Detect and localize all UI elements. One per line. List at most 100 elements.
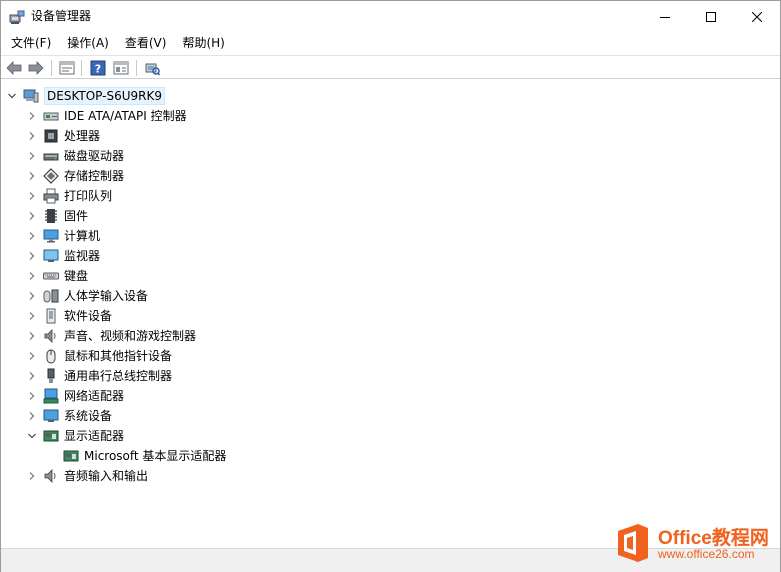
back-button[interactable] [5, 59, 23, 77]
maximize-button[interactable] [688, 1, 734, 32]
tree-device-display-adapter[interactable]: Microsoft 基本显示适配器 [63, 446, 226, 466]
chevron-right-icon[interactable] [27, 311, 37, 321]
category-label: 声音、视频和游戏控制器 [64, 329, 197, 343]
chevron-right-icon[interactable] [27, 151, 37, 161]
tree-category-display-adapter[interactable]: 显示适配器 [27, 426, 124, 446]
tree-category-audio-io[interactable]: 音频输入和输出 [27, 466, 148, 486]
keyboard-icon [43, 268, 59, 284]
category-label: 通用串行总线控制器 [64, 369, 173, 383]
tree-category-ide[interactable]: IDE ATA/ATAPI 控制器 [27, 106, 187, 126]
tree-category-computer[interactable]: 计算机 [27, 226, 100, 246]
chevron-right-icon[interactable] [27, 231, 37, 241]
device-manager-icon [9, 9, 25, 25]
tree-category-firmware[interactable]: 固件 [27, 206, 88, 226]
toolbar-separator [136, 60, 137, 76]
tree-category-system[interactable]: 系统设备 [27, 406, 112, 426]
category-label: 磁盘驱动器 [64, 149, 125, 163]
chevron-right-icon[interactable] [27, 471, 37, 481]
category-label: 打印队列 [64, 189, 113, 203]
computer-icon [43, 228, 59, 244]
processor-icon [43, 128, 59, 144]
scan-hardware-button[interactable] [143, 59, 161, 77]
chevron-right-icon[interactable] [27, 271, 37, 281]
menu-file[interactable]: 文件(F) [5, 33, 57, 53]
tree-category-keyboard[interactable]: 键盘 [27, 266, 88, 286]
tree-category-usb[interactable]: 通用串行总线控制器 [27, 366, 172, 386]
tree-category-hid[interactable]: 人体学输入设备 [27, 286, 148, 306]
software-device-icon [43, 308, 59, 324]
category-label: 鼠标和其他指针设备 [64, 349, 173, 363]
chevron-right-icon[interactable] [27, 211, 37, 221]
view-button[interactable] [112, 59, 130, 77]
tree-category-disk[interactable]: 磁盘驱动器 [27, 146, 124, 166]
minimize-button[interactable] [642, 1, 688, 32]
tree-category-storage[interactable]: 存储控制器 [27, 166, 124, 186]
svg-text:?: ? [95, 63, 101, 76]
category-label: 软件设备 [64, 309, 113, 323]
category-label: 人体学输入设备 [64, 289, 149, 303]
storage-controller-icon [43, 168, 59, 184]
menu-bar: 文件(F) 操作(A) 查看(V) 帮助(H) [1, 32, 780, 54]
menu-help[interactable]: 帮助(H) [176, 33, 230, 53]
device-manager-window: 设备管理器 文件(F) 操作(A) 查看(V) 帮助(H) ? DESKTOP-… [0, 0, 781, 572]
tree-category-monitor[interactable]: 监视器 [27, 246, 100, 266]
tree-category-network[interactable]: 网络适配器 [27, 386, 124, 406]
watermark: Office教程网 www.office26.com [614, 521, 774, 567]
watermark-title: Office教程网 [658, 528, 769, 549]
category-label: 音频输入和输出 [64, 469, 149, 483]
chevron-right-icon[interactable] [27, 251, 37, 261]
help-icon: ? [90, 60, 106, 76]
scan-hardware-icon [145, 63, 160, 76]
window-title: 设备管理器 [31, 9, 92, 23]
usb-icon [43, 368, 59, 384]
chevron-right-icon[interactable] [27, 391, 37, 401]
minimize-icon [660, 16, 670, 18]
chevron-right-icon[interactable] [27, 131, 37, 141]
office-logo-icon [616, 523, 650, 563]
tree-category-mouse[interactable]: 鼠标和其他指针设备 [27, 346, 172, 366]
tree-category-processor[interactable]: 处理器 [27, 126, 100, 146]
category-label: 系统设备 [64, 409, 113, 423]
tree-category-print-queue[interactable]: 打印队列 [27, 186, 112, 206]
category-label: 显示适配器 [64, 429, 125, 443]
mouse-icon [43, 348, 59, 364]
chevron-right-icon[interactable] [27, 291, 37, 301]
chevron-down-icon[interactable] [27, 431, 37, 441]
chevron-down-icon[interactable] [7, 91, 17, 101]
print-queue-icon [43, 188, 59, 204]
title-bar[interactable]: 设备管理器 [1, 1, 780, 32]
tree-root[interactable]: DESKTOP-S6U9RK9 [7, 86, 165, 106]
device-tree: DESKTOP-S6U9RK9 IDE ATA/ATAPI 控制器 处理器 磁盘… [1, 80, 780, 546]
menu-view[interactable]: 查看(V) [119, 33, 173, 53]
forward-button[interactable] [27, 59, 45, 77]
chevron-right-icon[interactable] [27, 351, 37, 361]
watermark-url: www.office26.com [658, 547, 755, 561]
tree-category-sound[interactable]: 声音、视频和游戏控制器 [27, 326, 196, 346]
toolbar: ? [1, 55, 780, 79]
chevron-right-icon[interactable] [27, 371, 37, 381]
back-icon [6, 61, 22, 75]
hid-icon [43, 288, 59, 304]
computer-icon [23, 88, 39, 104]
menu-action[interactable]: 操作(A) [61, 33, 115, 53]
properties-icon [59, 61, 75, 75]
disk-drive-icon [43, 148, 59, 164]
view-icon [113, 61, 129, 75]
chevron-right-icon[interactable] [27, 191, 37, 201]
chevron-right-icon[interactable] [27, 331, 37, 341]
sound-icon [43, 328, 59, 344]
category-label: IDE ATA/ATAPI 控制器 [64, 109, 187, 123]
properties-button[interactable] [58, 59, 76, 77]
chevron-right-icon[interactable] [27, 411, 37, 421]
chevron-right-icon[interactable] [27, 171, 37, 181]
category-label: 监视器 [64, 249, 101, 263]
display-adapter-icon [63, 448, 79, 464]
close-icon [752, 11, 762, 22]
chevron-right-icon[interactable] [27, 111, 37, 121]
audio-io-icon [43, 468, 59, 484]
tree-category-software-device[interactable]: 软件设备 [27, 306, 112, 326]
close-button[interactable] [734, 1, 780, 32]
monitor-icon [43, 248, 59, 264]
help-button[interactable]: ? [89, 59, 107, 77]
network-adapter-icon [43, 388, 59, 404]
